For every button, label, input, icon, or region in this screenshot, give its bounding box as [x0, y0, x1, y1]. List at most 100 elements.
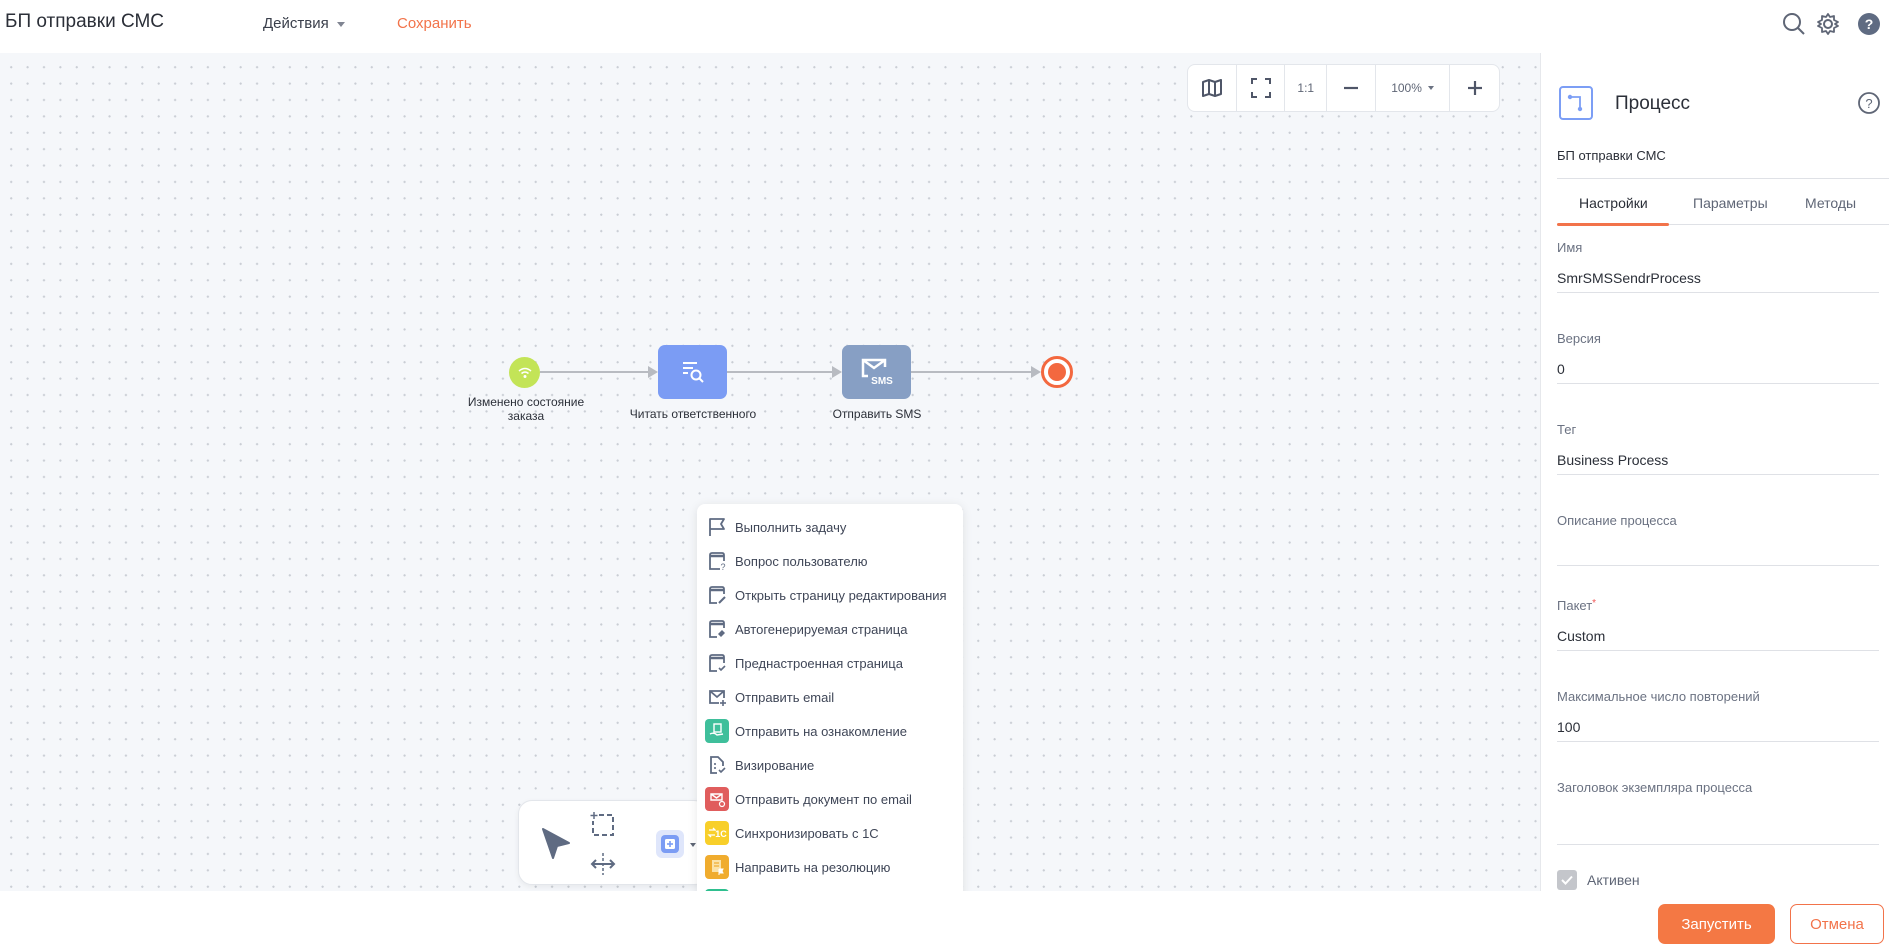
- svg-text:?: ?: [1865, 16, 1874, 32]
- fullscreen-icon: [1250, 78, 1271, 98]
- menu-item-label: Отправить email: [735, 689, 835, 705]
- menu-item-approval[interactable]: Визирование: [697, 748, 963, 782]
- description-field[interactable]: Описание процесса: [1557, 513, 1879, 566]
- svg-text:SMS: SMS: [871, 376, 893, 387]
- field-value[interactable]: Custom: [1557, 628, 1879, 650]
- properties-panel: Процесс ? БП отправки СМС Настройки Пара…: [1540, 53, 1889, 891]
- field-value[interactable]: [1557, 810, 1879, 844]
- checkbox-box[interactable]: [1557, 870, 1577, 890]
- svg-text:?: ?: [1865, 96, 1872, 111]
- actual-size-button[interactable]: 1:1: [1285, 65, 1328, 111]
- gear-icon[interactable]: [1815, 11, 1841, 37]
- email-document-icon: [705, 787, 729, 811]
- menu-item-perform-task[interactable]: Выполнить задачу: [697, 510, 963, 544]
- menu-item-open-edit-page[interactable]: Открыть страницу редактирования: [697, 578, 963, 612]
- arrow-head-icon: [832, 366, 842, 378]
- field-label: Описание процесса: [1557, 513, 1677, 528]
- menu-item-user-question[interactable]: ? Вопрос пользователю: [697, 544, 963, 578]
- sms-icon: SMS: [861, 358, 893, 387]
- tools-palette: [518, 800, 708, 885]
- menu-item-preconfigured-page[interactable]: Преднастроенная страница: [697, 646, 963, 680]
- page-auto-icon: [705, 617, 729, 641]
- caret-down-icon: [336, 21, 345, 27]
- process-icon: [1559, 86, 1593, 120]
- end-event-node[interactable]: [1041, 356, 1073, 388]
- add-element-menu: Выполнить задачу ? Вопрос пользователю От…: [697, 504, 963, 947]
- minus-icon: [1343, 86, 1358, 90]
- space-tool[interactable]: [589, 851, 617, 882]
- menu-item-label: Отправить на ознакомление: [735, 723, 908, 739]
- read-data-icon: [682, 362, 704, 383]
- instance-title-field[interactable]: Заголовок экземпляра процесса: [1557, 780, 1879, 845]
- menu-item-send-email[interactable]: Отправить email: [697, 680, 963, 714]
- pointer-tool[interactable]: [539, 825, 573, 866]
- package-field[interactable]: Пакет* Custom: [1557, 598, 1879, 651]
- task-label: Читать ответственного: [629, 407, 757, 421]
- task-node-read-responsible[interactable]: [658, 345, 727, 399]
- tab-methods[interactable]: Методы: [1805, 195, 1856, 211]
- max-retries-field[interactable]: Максимальное число повторений 100: [1557, 689, 1879, 742]
- start-event-label: Изменено состояние заказа: [467, 395, 585, 423]
- arrow-head-icon: [648, 366, 658, 378]
- help-icon[interactable]: ?: [1856, 11, 1882, 37]
- help-circle-icon[interactable]: ?: [1857, 91, 1881, 115]
- page-question-icon: ?: [705, 549, 729, 573]
- cancel-button[interactable]: Отмена: [1790, 904, 1884, 944]
- signal-icon: [518, 367, 531, 378]
- menu-item-sync-1c[interactable]: 1C Синхронизировать с 1С: [697, 816, 963, 850]
- name-field[interactable]: Имя SmrSMSSendrProcess: [1557, 240, 1879, 293]
- caret-down-icon: [1427, 86, 1434, 90]
- sync-1c-icon: 1C: [705, 821, 729, 845]
- minimap-button[interactable]: [1188, 65, 1237, 111]
- lasso-select-icon: [590, 812, 614, 836]
- actions-dropdown[interactable]: Действия: [263, 15, 345, 32]
- zoom-out-button[interactable]: [1327, 65, 1376, 111]
- fit-screen-button[interactable]: [1237, 65, 1286, 111]
- menu-item-autogenerated-page[interactable]: Автогенерируемая страница: [697, 612, 963, 646]
- field-value[interactable]: [1557, 543, 1879, 565]
- field-value[interactable]: Business Process: [1557, 452, 1879, 474]
- zoom-level-dropdown[interactable]: 100%: [1376, 65, 1451, 111]
- tab-settings[interactable]: Настройки: [1579, 195, 1648, 211]
- menu-item-send-document-email[interactable]: Отправить документ по email: [697, 782, 963, 816]
- sequence-flow[interactable]: [727, 371, 834, 373]
- page-edit-icon: [705, 583, 729, 607]
- zoom-in-button[interactable]: [1450, 65, 1499, 111]
- panel-title: Процесс: [1615, 93, 1691, 114]
- run-button[interactable]: Запустить: [1658, 904, 1775, 944]
- divider: [1557, 178, 1889, 179]
- field-label: Имя: [1557, 240, 1583, 255]
- menu-item-label: Преднастроенная страница: [735, 655, 903, 671]
- header: БП отправки СМС Действия Сохранить ?: [0, 0, 1889, 53]
- checkbox-label: Активен: [1587, 872, 1640, 888]
- check-icon: [1561, 875, 1573, 885]
- plus-icon: [1467, 81, 1482, 95]
- menu-item-label: Вопрос пользователю: [735, 553, 868, 569]
- tag-field[interactable]: Тег Business Process: [1557, 422, 1879, 475]
- search-icon[interactable]: [1781, 11, 1807, 37]
- save-button[interactable]: Сохранить: [397, 15, 472, 32]
- start-event-node[interactable]: [509, 357, 540, 388]
- version-field[interactable]: Версия 0: [1557, 331, 1879, 384]
- caret-down-icon[interactable]: [690, 843, 696, 847]
- active-checkbox[interactable]: Активен: [1557, 870, 1640, 890]
- end-event-dot: [1048, 363, 1066, 381]
- svg-text:1C: 1C: [715, 829, 727, 839]
- process-caption: БП отправки СМС: [1557, 148, 1666, 163]
- menu-item-send-to-resolution[interactable]: Направить на резолюцию: [697, 850, 963, 884]
- space-tool-icon: [590, 853, 616, 875]
- lasso-tool[interactable]: [589, 811, 617, 844]
- task-node-send-sms[interactable]: SMS: [842, 345, 911, 399]
- sequence-flow[interactable]: [540, 371, 650, 373]
- add-element-button[interactable]: [656, 830, 684, 858]
- tab-parameters[interactable]: Параметры: [1693, 195, 1768, 211]
- menu-item-label: Направить на резолюцию: [735, 859, 891, 875]
- field-value[interactable]: 0: [1557, 361, 1879, 383]
- field-value[interactable]: 100: [1557, 719, 1879, 741]
- arrow-head-icon: [1031, 366, 1041, 378]
- sequence-flow[interactable]: [911, 371, 1033, 373]
- menu-item-send-for-review[interactable]: Отправить на ознакомление: [697, 714, 963, 748]
- page-check-icon: [705, 651, 729, 675]
- field-value[interactable]: SmrSMSSendrProcess: [1557, 270, 1879, 292]
- actions-label: Действия: [263, 15, 329, 32]
